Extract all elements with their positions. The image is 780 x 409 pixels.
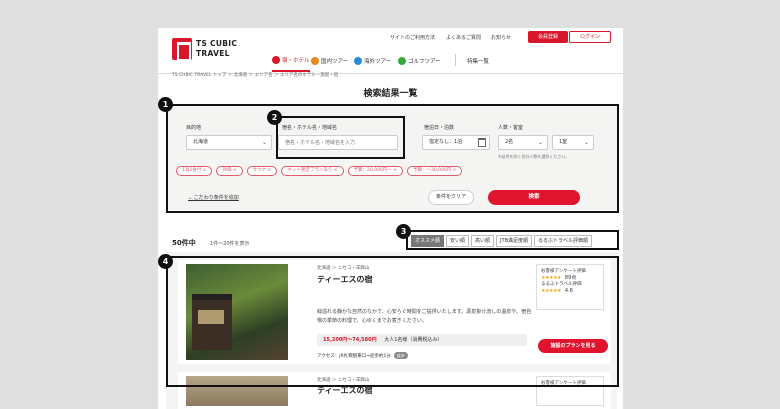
login-button[interactable]: ログイン — [569, 31, 611, 43]
bed-icon — [272, 56, 280, 64]
nav-hotel-label: 宿・ホテル — [282, 58, 310, 64]
member-register-button[interactable]: 会員登録 — [528, 31, 568, 43]
logo-line1: TS CUBIC — [196, 39, 238, 48]
train-icon — [311, 57, 319, 65]
annotation-badge-2: 2 — [267, 110, 282, 125]
site-header: TS CUBIC TRAVEL サイトのご利用方法 よくあるご質問 お知らせ 会… — [158, 28, 623, 74]
golf-icon — [398, 57, 406, 65]
util-link-news[interactable]: お知らせ — [491, 34, 511, 41]
globe-icon — [354, 57, 362, 65]
nav-features[interactable]: 特集一覧 — [467, 50, 489, 72]
nav-features-label: 特集一覧 — [467, 59, 490, 65]
result-count: 50件中 — [172, 239, 196, 247]
nav-golf-label: ゴルフツアー — [408, 59, 441, 65]
nav-domestic-tour[interactable]: 国内ツアー — [311, 50, 348, 72]
nav-overseas-label: 海外ツアー — [364, 59, 392, 65]
annotation-badge-1: 1 — [158, 97, 173, 112]
annotation-box-2 — [276, 116, 405, 159]
logo-line2: TRAVEL — [196, 49, 230, 58]
breadcrumb[interactable]: TS CUBIC TRAVEL トップ ＞ 北海道 ＞ エリア名 ＞ エリア名の… — [172, 72, 338, 78]
logo-icon[interactable] — [172, 38, 192, 61]
annotation-badge-4: 4 — [158, 254, 173, 269]
nav-hotel[interactable]: 宿・ホテル — [272, 50, 310, 72]
util-link-faq[interactable]: よくあるご質問 — [446, 34, 481, 41]
page-title: 検索結果一覧 — [363, 89, 418, 99]
nav-divider — [455, 54, 456, 66]
annotation-box-4 — [166, 256, 619, 387]
nav-golf-tour[interactable]: ゴルフツアー — [398, 50, 441, 72]
annotation-box-3 — [406, 230, 619, 250]
annotation-badge-3: 3 — [396, 224, 411, 239]
nav-overseas-tour[interactable]: 海外ツアー — [354, 50, 391, 72]
nav-domestic-label: 国内ツアー — [321, 59, 349, 65]
util-link-guide[interactable]: サイトのご利用方法 — [390, 34, 435, 41]
logo-text[interactable]: TS CUBIC TRAVEL — [196, 39, 237, 59]
result-range: 1件〜20件を表示 — [210, 241, 250, 247]
